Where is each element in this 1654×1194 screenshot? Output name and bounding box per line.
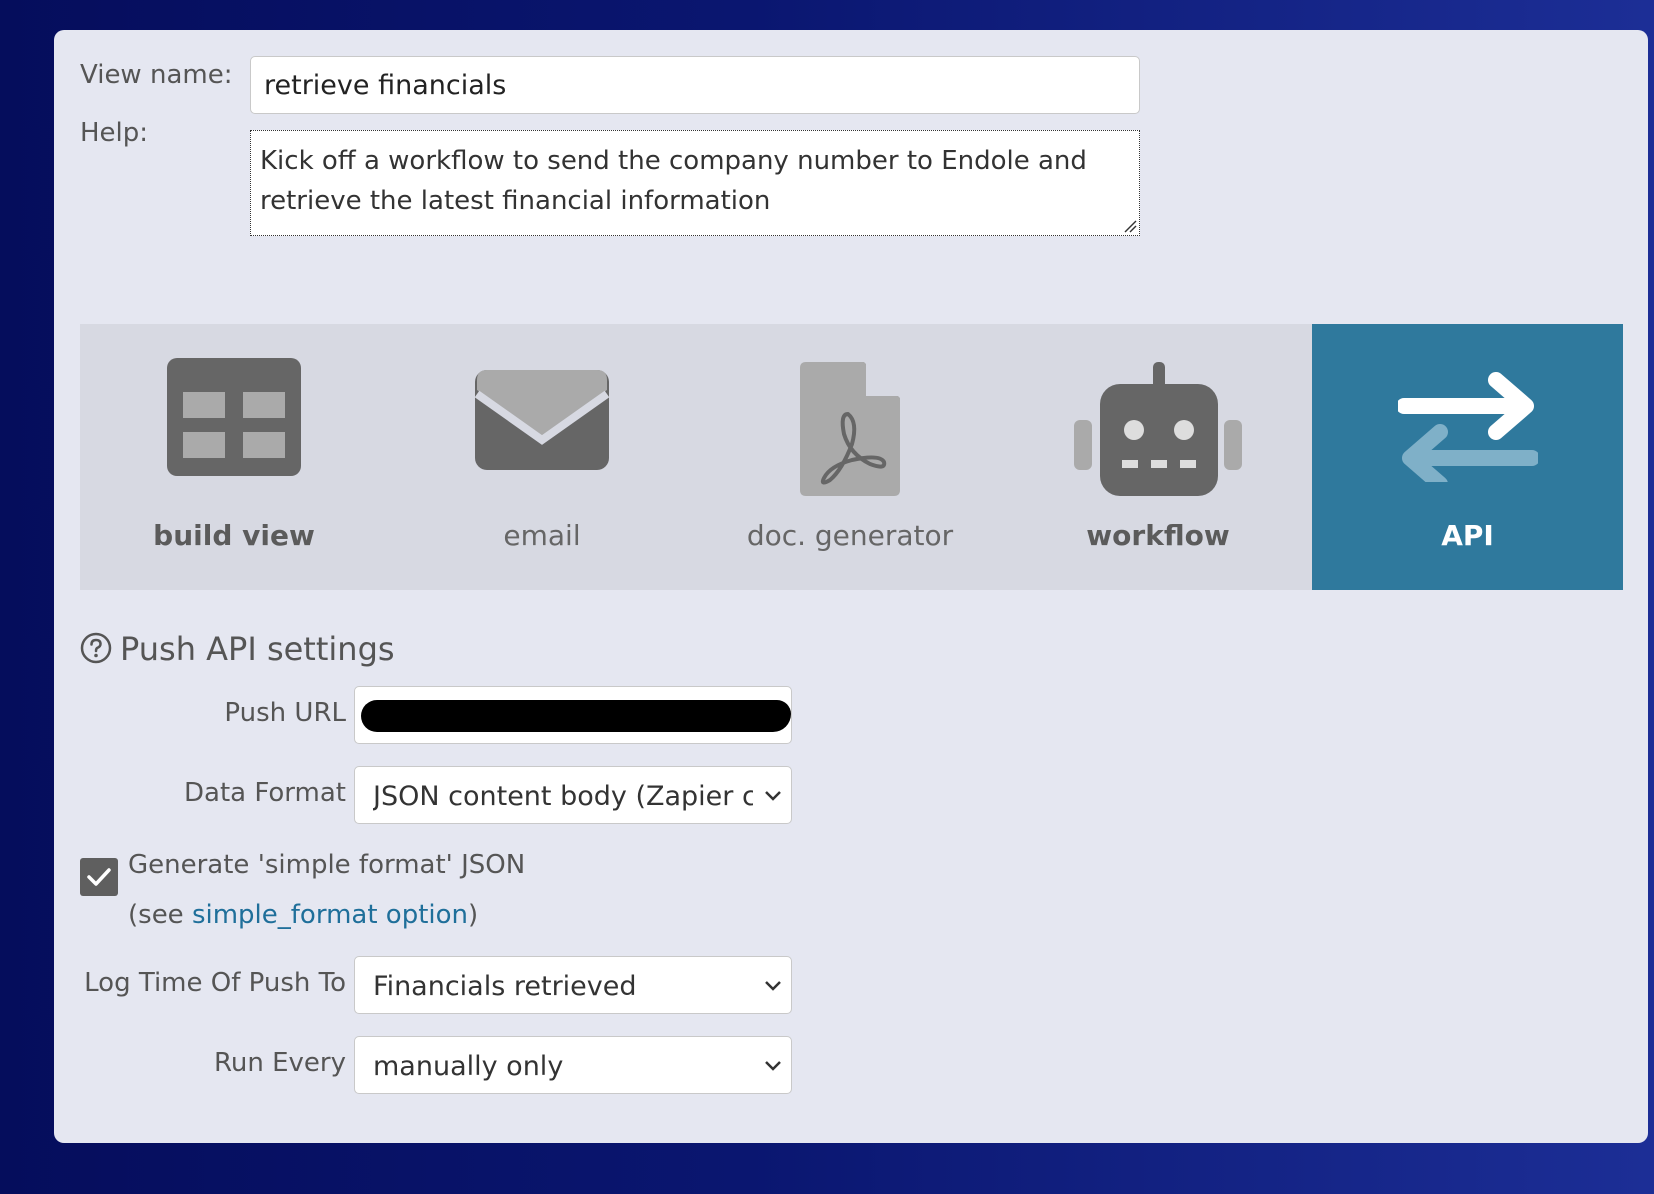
push-url-label: Push URL bbox=[224, 698, 346, 728]
resize-grip-icon[interactable] bbox=[1123, 219, 1137, 233]
robot-icon bbox=[1074, 362, 1242, 496]
see-prefix: (see bbox=[128, 900, 192, 930]
data-format-label: Data Format bbox=[184, 778, 346, 808]
exchange-arrows-icon bbox=[1397, 372, 1538, 482]
checkmark-icon bbox=[87, 868, 111, 886]
tool-email[interactable]: email bbox=[388, 324, 696, 590]
push-api-section-title: Push API settings bbox=[80, 630, 395, 668]
pdf-file-icon bbox=[800, 362, 900, 496]
tool-label-api: API bbox=[1441, 519, 1494, 552]
view-name-input[interactable]: retrieve financials bbox=[250, 56, 1140, 114]
tool-label-doc-generator: doc. generator bbox=[746, 519, 954, 552]
simple-format-option-link[interactable]: simple_format option bbox=[192, 900, 468, 930]
log-time-select[interactable]: Financials retrieved bbox=[354, 956, 792, 1014]
run-every-value: manually only bbox=[373, 1051, 564, 1082]
help-circle-icon[interactable] bbox=[80, 632, 112, 664]
tool-label-workflow: workflow bbox=[1086, 519, 1230, 552]
help-text: Kick off a workflow to send the company … bbox=[260, 146, 1087, 216]
tool-label-build-view: build view bbox=[153, 519, 315, 552]
tool-label-email: email bbox=[503, 519, 581, 552]
redaction-mark bbox=[361, 700, 791, 732]
view-settings-panel: View name: retrieve financials Help: Kic… bbox=[54, 30, 1648, 1143]
push-url-input[interactable] bbox=[354, 686, 792, 744]
data-format-value: JSON content body (Zapier cor bbox=[373, 781, 753, 812]
envelope-icon bbox=[475, 370, 609, 470]
view-type-toolbar: build view email doc. generator workflow… bbox=[80, 324, 1623, 590]
simple-format-label: Generate 'simple format' JSON bbox=[128, 850, 526, 880]
see-suffix: ) bbox=[468, 900, 479, 930]
tool-workflow[interactable]: workflow bbox=[1004, 324, 1312, 590]
run-every-label: Run Every bbox=[213, 1048, 346, 1078]
tool-doc-generator[interactable]: doc. generator bbox=[696, 324, 1004, 590]
table-icon bbox=[167, 358, 301, 476]
simple-format-checkbox[interactable] bbox=[80, 858, 118, 896]
log-time-label: Log Time Of Push To bbox=[84, 968, 346, 998]
log-time-value: Financials retrieved bbox=[373, 971, 637, 1002]
help-label: Help: bbox=[80, 118, 149, 148]
data-format-select[interactable]: JSON content body (Zapier cor bbox=[354, 766, 792, 824]
help-textarea[interactable]: Kick off a workflow to send the company … bbox=[250, 130, 1140, 236]
push-api-title: Push API settings bbox=[120, 630, 395, 668]
chevron-down-icon bbox=[765, 791, 781, 801]
tool-api[interactable]: API bbox=[1312, 324, 1623, 590]
run-every-select[interactable]: manually only bbox=[354, 1036, 792, 1094]
simple-format-note: (see simple_format option) bbox=[128, 900, 478, 930]
chevron-down-icon bbox=[765, 1061, 781, 1071]
tool-build-view[interactable]: build view bbox=[80, 324, 388, 590]
view-name-label: View name: bbox=[80, 60, 233, 90]
chevron-down-icon bbox=[765, 981, 781, 991]
